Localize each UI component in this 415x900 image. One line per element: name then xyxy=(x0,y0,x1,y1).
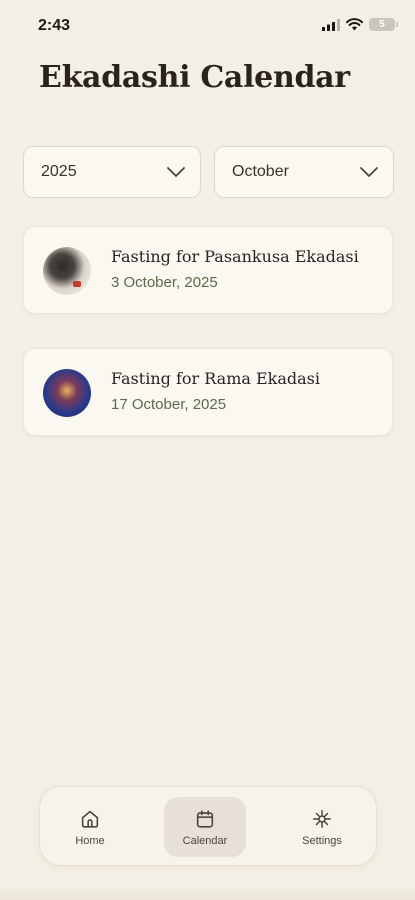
event-card[interactable]: Fasting for Rama Ekadasi 17 October, 202… xyxy=(23,348,393,436)
status-icons: 5 xyxy=(322,18,398,31)
nav-item-calendar[interactable]: Calendar xyxy=(164,797,246,857)
nav-label: Calendar xyxy=(182,834,228,847)
nav-label: Home xyxy=(75,834,105,847)
chevron-down-icon xyxy=(167,167,185,177)
calendar-icon xyxy=(196,809,214,828)
battery-icon: 5 xyxy=(369,18,398,31)
event-title: Fasting for Pasankusa Ekadasi xyxy=(111,247,359,266)
home-icon xyxy=(81,810,99,828)
status-time: 2:43 xyxy=(38,17,71,34)
status-bar: 2:43 5 xyxy=(0,0,415,52)
year-select-value: 2025 xyxy=(41,163,77,180)
bottom-nav: Home Calendar Settings xyxy=(39,786,377,866)
event-image xyxy=(43,369,91,417)
page-title: Ekadashi Calendar xyxy=(39,60,350,95)
settings-icon xyxy=(313,809,331,828)
event-card[interactable]: Fasting for Pasankusa Ekadasi 3 October,… xyxy=(23,226,393,314)
event-date: 17 October, 2025 xyxy=(111,396,227,413)
month-select-value: October xyxy=(232,163,289,180)
cellular-signal-icon xyxy=(322,18,340,31)
wifi-icon xyxy=(346,18,363,31)
nav-item-home[interactable]: Home xyxy=(49,797,131,857)
event-date: 3 October, 2025 xyxy=(111,274,218,291)
battery-level: 5 xyxy=(379,19,385,30)
home-indicator xyxy=(0,888,415,900)
year-select[interactable]: 2025 xyxy=(23,146,201,198)
event-image xyxy=(43,247,91,295)
nav-label: Settings xyxy=(302,834,342,847)
month-select[interactable]: October xyxy=(214,146,394,198)
nav-item-settings[interactable]: Settings xyxy=(281,797,363,857)
event-title: Fasting for Rama Ekadasi xyxy=(111,369,321,388)
chevron-down-icon xyxy=(360,167,378,177)
